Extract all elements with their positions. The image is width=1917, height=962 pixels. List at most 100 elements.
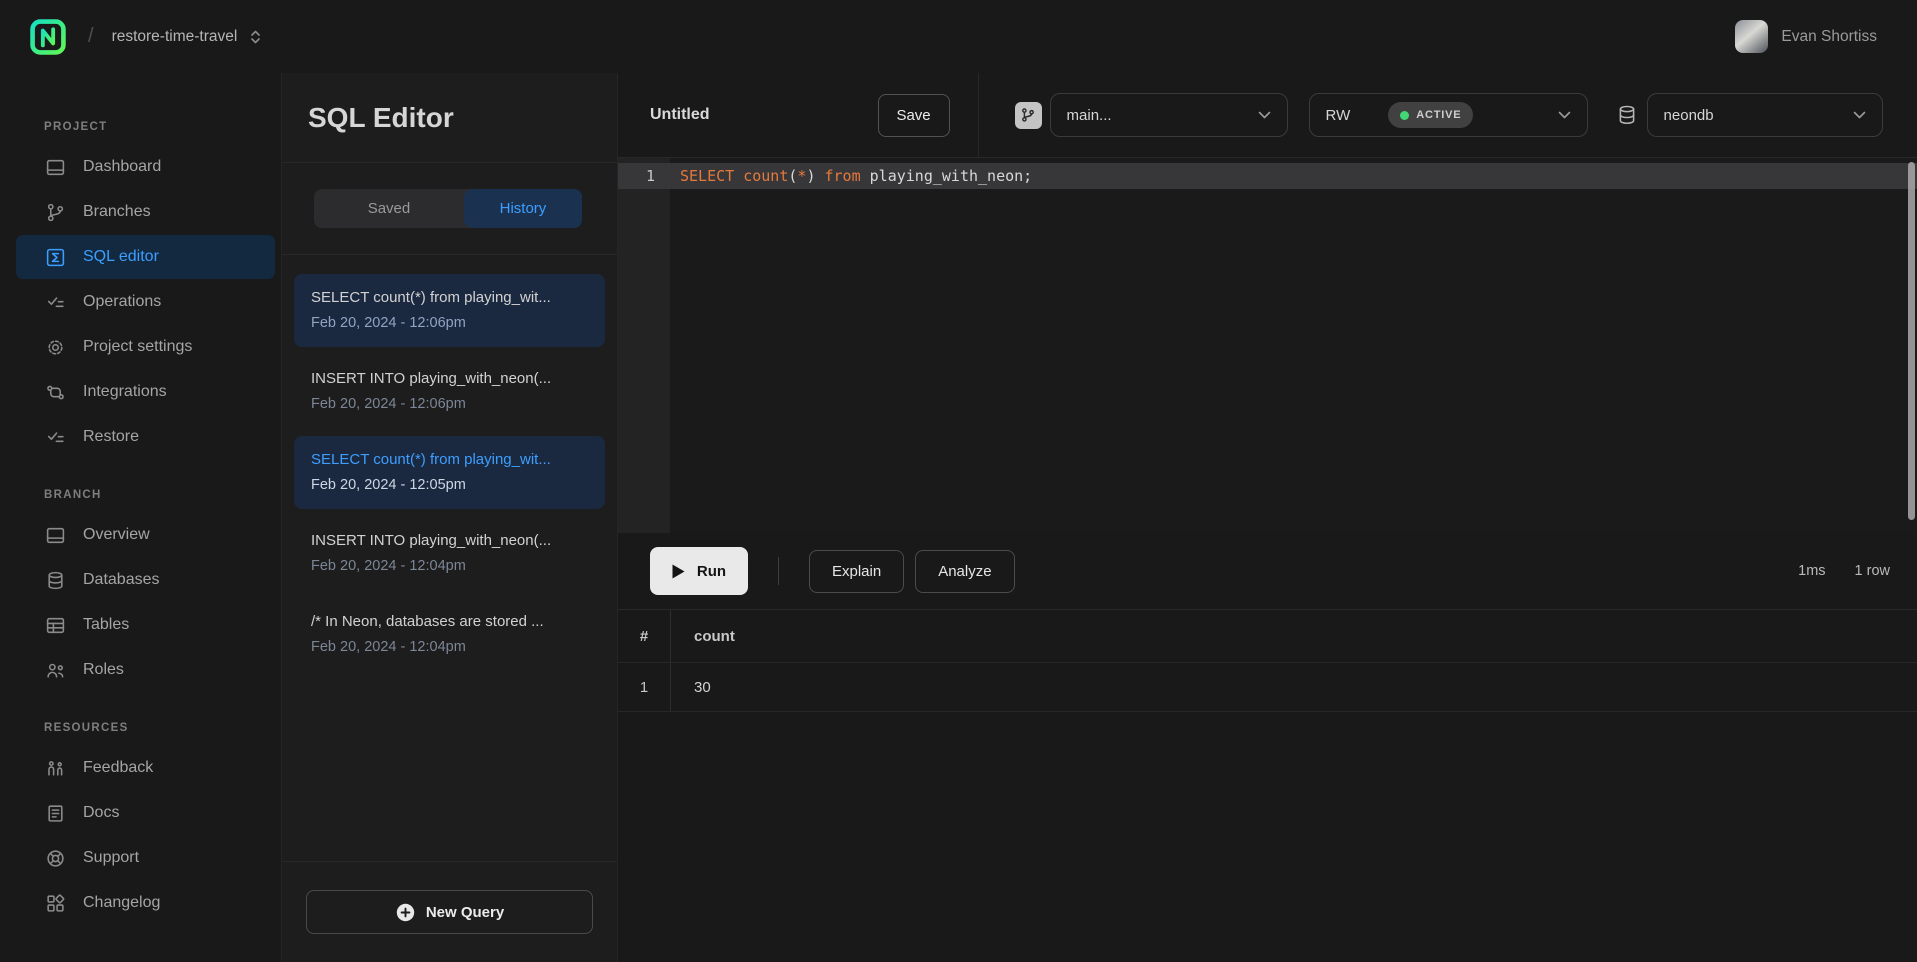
- sidebar-item-tables[interactable]: Tables: [16, 603, 275, 647]
- sidebar-item-label: Databases: [83, 571, 160, 589]
- database-select-value: neondb: [1664, 107, 1714, 124]
- branch-select-value: main...: [1067, 107, 1112, 124]
- app-frame: PROJECT Dashboard Branches SQL editorOperat…: [0, 73, 1917, 962]
- nav-section-label: PROJECT: [44, 121, 281, 133]
- code-token: [734, 167, 743, 185]
- sidebar-item-label: Project settings: [83, 338, 192, 356]
- analyze-button[interactable]: Analyze: [915, 550, 1014, 593]
- code-line-1: 1 SELECT count(*) from playing_with_neon…: [618, 163, 1917, 189]
- save-button[interactable]: Save: [878, 94, 950, 137]
- feedback-icon: [44, 757, 66, 779]
- changelog-icon: [44, 892, 66, 914]
- plus-circle-icon: [395, 902, 416, 923]
- sql-code-editor[interactable]: 1 SELECT count(*) from playing_with_neon…: [618, 158, 1917, 533]
- sidebar-item-branches[interactable]: Branches: [16, 190, 275, 234]
- tab-history[interactable]: History: [464, 189, 582, 228]
- neon-logo[interactable]: [30, 19, 66, 55]
- chevron-down-icon: [1853, 111, 1866, 119]
- compute-select[interactable]: RW ACTIVE: [1309, 93, 1588, 137]
- query-stats: 1ms 1 row: [1798, 563, 1890, 579]
- sidebar-item-changelog[interactable]: Changelog: [16, 881, 275, 925]
- query-duration: 1ms: [1798, 563, 1825, 579]
- code-token: playing_with_neon;: [861, 167, 1033, 185]
- sidebar-item-label: Feedback: [83, 759, 153, 777]
- up-down-chevron-icon: [250, 29, 261, 45]
- sidebar-item-integrations[interactable]: Integrations: [16, 370, 275, 414]
- dashboard-icon: [44, 156, 66, 178]
- sidebar-item-restore[interactable]: Restore: [16, 415, 275, 459]
- sidebar: PROJECT Dashboard Branches SQL editorOperat…: [0, 73, 282, 962]
- sidebar-item-operations[interactable]: Operations: [16, 280, 275, 324]
- sidebar-item-feedback[interactable]: Feedback: [16, 746, 275, 790]
- compute-status-label: ACTIVE: [1416, 109, 1461, 121]
- sidebar-item-label: Overview: [83, 526, 150, 544]
- roles-icon: [44, 659, 66, 681]
- nav-section-resources: RESOURCES Feedback Docs SupportChangelog: [0, 722, 281, 925]
- code-token: count: [743, 167, 788, 185]
- line-number: 1: [618, 167, 670, 185]
- settings-icon: [44, 336, 66, 358]
- chevron-down-icon: [1258, 111, 1271, 119]
- breadcrumb: restore-time-travel: [112, 28, 238, 46]
- results-cell: 30: [671, 663, 711, 711]
- editor-scrollbar[interactable]: [1908, 162, 1915, 520]
- new-query-button[interactable]: New Query: [306, 890, 593, 934]
- sidebar-item-dashboard[interactable]: Dashboard: [16, 145, 275, 189]
- branch-icon[interactable]: [1015, 102, 1042, 129]
- history-item-timestamp: Feb 20, 2024 - 12:05pm: [311, 475, 588, 496]
- header-divider: [978, 73, 979, 158]
- results-header-row: #count: [618, 610, 1917, 663]
- saved-history-tabs: Saved History: [314, 189, 582, 228]
- panel-header: SQL Editor: [282, 73, 617, 163]
- sidebar-item-databases[interactable]: Databases: [16, 558, 275, 602]
- nav-section-label: RESOURCES: [44, 722, 281, 734]
- sidebar-item-sql-editor[interactable]: SQL editor: [16, 235, 275, 279]
- sidebar-item-support[interactable]: Support: [16, 836, 275, 880]
- query-history-list: SELECT count(*) from playing_wit...Feb 2…: [282, 255, 617, 861]
- user-name: Evan Shortiss: [1781, 28, 1877, 46]
- history-item[interactable]: SELECT count(*) from playing_wit...Feb 2…: [294, 436, 605, 509]
- tab-saved[interactable]: Saved: [314, 189, 464, 228]
- avatar: [1735, 20, 1768, 53]
- run-button[interactable]: Run: [650, 547, 748, 595]
- sidebar-item-project-settings[interactable]: Project settings: [16, 325, 275, 369]
- history-item[interactable]: SELECT count(*) from playing_wit...Feb 2…: [294, 274, 605, 347]
- history-item[interactable]: INSERT INTO playing_with_neon(...Feb 20,…: [294, 517, 605, 590]
- history-item-timestamp: Feb 20, 2024 - 12:06pm: [311, 394, 588, 415]
- branches-icon: [44, 201, 66, 223]
- toolbar-divider: [778, 557, 779, 585]
- sidebar-item-label: Docs: [83, 804, 119, 822]
- user-menu[interactable]: Evan Shortiss: [1735, 20, 1877, 53]
- explain-button[interactable]: Explain: [809, 550, 904, 593]
- nav-section-label: BRANCH: [44, 489, 281, 501]
- results-column-header: count: [671, 610, 735, 662]
- editor-header: Untitled Save main... RW ACTIVE: [618, 73, 1917, 158]
- sidebar-item-roles[interactable]: Roles: [16, 648, 275, 692]
- sidebar-item-overview[interactable]: Overview: [16, 513, 275, 557]
- play-icon: [672, 564, 685, 579]
- project-breadcrumb-selector[interactable]: restore-time-travel: [112, 28, 262, 46]
- new-query-label: New Query: [426, 904, 504, 921]
- branch-select[interactable]: main...: [1050, 93, 1288, 137]
- history-item[interactable]: /* In Neon, databases are stored ...Feb …: [294, 598, 605, 671]
- support-icon: [44, 847, 66, 869]
- overview-icon: [44, 524, 66, 546]
- sql-editor-icon: [44, 246, 66, 268]
- operations-icon: [44, 291, 66, 313]
- sidebar-item-docs[interactable]: Docs: [16, 791, 275, 835]
- database-select[interactable]: neondb: [1647, 93, 1883, 137]
- sidebar-item-label: Dashboard: [83, 158, 161, 176]
- history-item-timestamp: Feb 20, 2024 - 12:04pm: [311, 637, 588, 658]
- history-item[interactable]: INSERT INTO playing_with_neon(... Feb 20,…: [294, 355, 605, 428]
- tabs-container: Saved History: [282, 163, 617, 255]
- active-status-dot: [1400, 111, 1409, 120]
- database-icon: [1616, 103, 1638, 127]
- code-token: [815, 167, 824, 185]
- top-bar: / restore-time-travel Evan Shortiss: [0, 0, 1917, 73]
- breadcrumb-separator: /: [88, 25, 94, 48]
- query-row-count: 1 row: [1855, 563, 1890, 579]
- history-item-timestamp: Feb 20, 2024 - 12:06pm: [311, 313, 588, 334]
- sidebar-item-label: Branches: [83, 203, 151, 221]
- history-item-query: INSERT INTO playing_with_neon(...: [311, 368, 588, 389]
- code-text: SELECT count(*) from playing_with_neon;: [670, 167, 1032, 185]
